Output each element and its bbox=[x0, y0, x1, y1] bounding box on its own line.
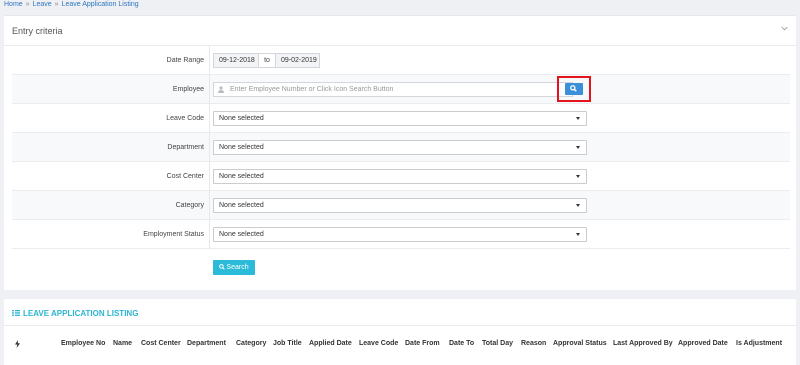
column-header[interactable]: Department bbox=[187, 336, 226, 352]
divider bbox=[209, 46, 210, 75]
category-select[interactable]: None selected bbox=[213, 198, 587, 213]
bolt-icon bbox=[15, 340, 20, 348]
caret-down-icon bbox=[576, 233, 580, 236]
divider bbox=[209, 191, 210, 220]
caret-down-icon bbox=[576, 204, 580, 207]
employee-search-highlight bbox=[557, 76, 591, 102]
column-header[interactable]: Last Approved By bbox=[613, 336, 673, 352]
divider bbox=[4, 325, 796, 326]
date-range-row: Date Range 09-12-2018 to 09-02-2019 bbox=[12, 46, 790, 75]
column-header[interactable]: Is Adjustment bbox=[736, 336, 782, 352]
leave-code-value: None selected bbox=[219, 115, 264, 122]
employment-status-row: Employment Status None selected bbox=[12, 220, 790, 249]
employee-input[interactable]: Enter Employee Number or Click Icon Sear… bbox=[213, 82, 573, 97]
breadcrumb-home[interactable]: Home bbox=[4, 1, 23, 8]
column-header[interactable]: Job Title bbox=[273, 336, 302, 352]
column-header[interactable]: Name bbox=[113, 336, 132, 352]
caret-down-icon bbox=[576, 117, 580, 120]
column-header[interactable]: Reason bbox=[521, 336, 546, 352]
search-button-label: Search bbox=[226, 264, 249, 271]
leave-code-label: Leave Code bbox=[166, 115, 204, 122]
cost-center-select[interactable]: None selected bbox=[213, 169, 587, 184]
category-value: None selected bbox=[219, 202, 264, 209]
department-row: Department None selected bbox=[12, 133, 790, 162]
caret-down-icon bbox=[576, 175, 580, 178]
column-header[interactable]: Total Day bbox=[482, 336, 513, 352]
department-value: None selected bbox=[219, 144, 264, 151]
entry-criteria-panel: Entry criteria Date Range 09-12-2018 to … bbox=[4, 15, 796, 290]
breadcrumb-separator: » bbox=[54, 1, 59, 8]
column-header[interactable]: Date To bbox=[449, 336, 474, 352]
column-header[interactable]: Approved Date bbox=[678, 336, 728, 352]
department-label: Department bbox=[167, 144, 204, 151]
category-row: Category None selected bbox=[12, 191, 790, 220]
divider bbox=[209, 104, 210, 133]
employment-status-label: Employment Status bbox=[143, 231, 204, 238]
column-header[interactable]: Cost Center bbox=[141, 336, 181, 352]
divider bbox=[209, 75, 210, 104]
column-header[interactable]: Leave Code bbox=[359, 336, 398, 352]
date-from-input[interactable]: 09-12-2018 bbox=[213, 53, 259, 68]
listing-title-text: LEAVE APPLICATION LISTING bbox=[23, 309, 139, 318]
column-header[interactable]: Date From bbox=[405, 336, 440, 352]
breadcrumb-separator: » bbox=[25, 1, 30, 8]
divider bbox=[209, 162, 210, 191]
listing-table-header: Employee No Name Cost Center Department … bbox=[8, 336, 788, 352]
date-to-label: to bbox=[259, 53, 275, 68]
caret-down-icon bbox=[576, 146, 580, 149]
column-header[interactable]: Category bbox=[236, 336, 266, 352]
divider bbox=[209, 133, 210, 162]
divider bbox=[209, 220, 210, 249]
leave-application-listing-panel: LEAVE APPLICATION LISTING bbox=[4, 299, 796, 365]
employment-status-value: None selected bbox=[219, 231, 264, 238]
breadcrumb-current[interactable]: Leave Application Listing bbox=[62, 1, 139, 8]
employment-status-select[interactable]: None selected bbox=[213, 227, 587, 242]
leave-code-row: Leave Code None selected bbox=[12, 104, 790, 133]
employee-label: Employee bbox=[172, 86, 204, 93]
column-header[interactable]: Applied Date bbox=[309, 336, 352, 352]
breadcrumb: Home» Leave» Leave Application Listing bbox=[4, 0, 139, 10]
leave-code-select[interactable]: None selected bbox=[213, 111, 587, 126]
cost-center-value: None selected bbox=[219, 173, 264, 180]
employee-placeholder: Enter Employee Number or Click Icon Sear… bbox=[230, 86, 394, 93]
date-to-input[interactable]: 09-02-2019 bbox=[275, 53, 320, 68]
cost-center-row: Cost Center None selected bbox=[12, 162, 790, 191]
cost-center-label: Cost Center bbox=[166, 173, 204, 180]
breadcrumb-leave[interactable]: Leave bbox=[33, 1, 52, 8]
category-label: Category bbox=[175, 202, 204, 209]
search-icon bbox=[570, 85, 577, 92]
column-header[interactable]: Approval Status bbox=[553, 336, 607, 352]
employee-search-button[interactable] bbox=[565, 83, 583, 95]
department-select[interactable]: None selected bbox=[213, 140, 587, 155]
search-button[interactable]: Search bbox=[213, 260, 255, 275]
employee-row: Employee Enter Employee Number or Click … bbox=[12, 75, 790, 104]
column-header[interactable]: Employee No bbox=[61, 336, 105, 352]
panel-title: Entry criteria bbox=[12, 26, 63, 36]
listing-title: LEAVE APPLICATION LISTING bbox=[12, 309, 138, 318]
user-icon bbox=[218, 86, 224, 93]
list-icon bbox=[12, 310, 20, 316]
search-icon bbox=[219, 264, 226, 270]
chevron-down-icon[interactable] bbox=[781, 25, 788, 32]
date-range-label: Date Range bbox=[166, 57, 204, 64]
